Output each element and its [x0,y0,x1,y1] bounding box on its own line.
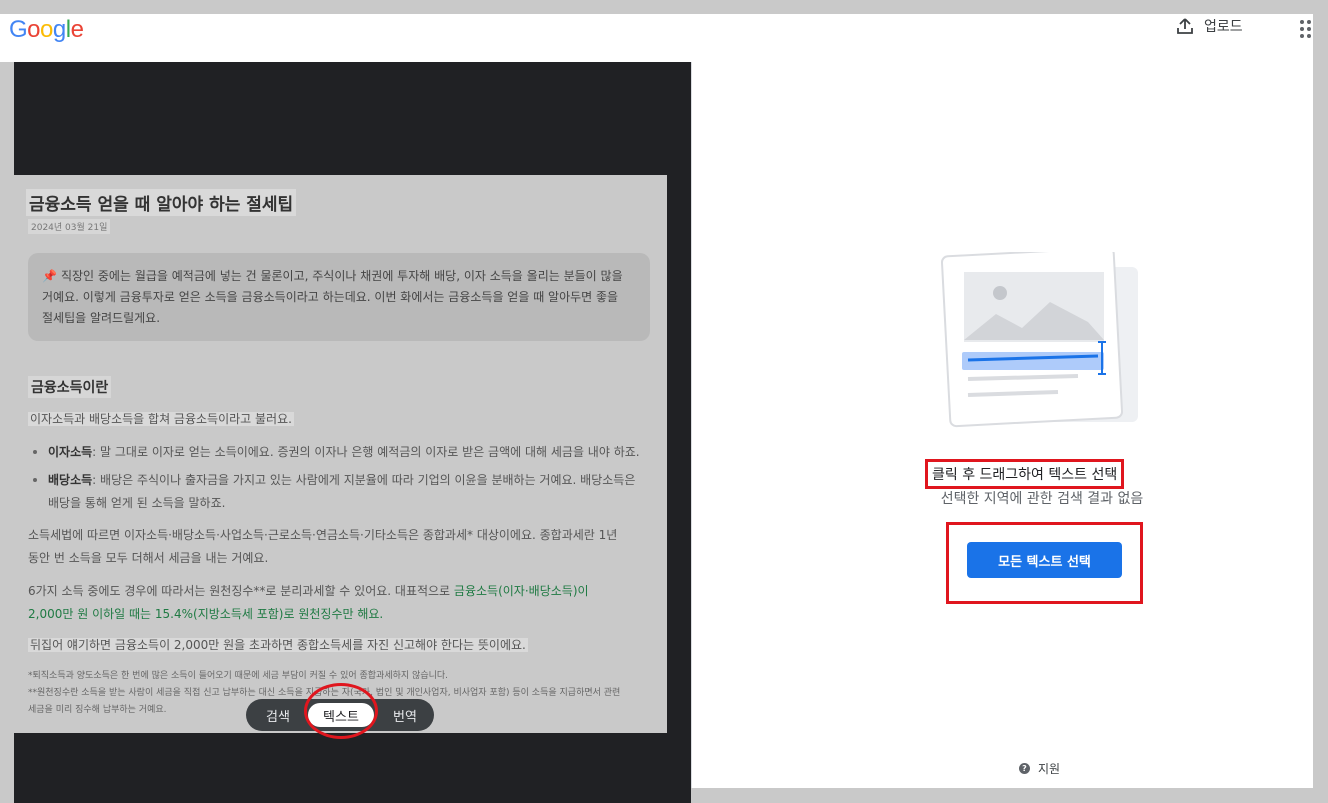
google-logo[interactable]: Google [9,16,84,44]
bottom-edge [691,788,1313,803]
logo-letter: o [27,16,41,43]
list-item: 이자소득: 말 그대로 이자로 얻는 소득이에요. 증권의 이자나 은행 예적금… [28,441,656,464]
instruction-text: 클릭 후 드래그하여 텍스트 선택 [925,459,1125,489]
bullet-term: 이자소득 [48,445,93,459]
image-viewer: 금융소득 얻을 때 알아야 하는 절세팁 2024년 03월 21일 📌 직장인 … [0,62,691,803]
section-heading: 금융소득이란 [28,376,112,398]
bullet-text: : 배당은 주식이나 출자금을 가지고 있는 사람에게 지분율에 따라 기업의 … [92,473,636,487]
text-tab[interactable]: 텍스트 [308,703,374,727]
help-label: 지원 [1038,762,1061,776]
paragraph: 소득세법에 따르면 이자소득·배당소득·사업소득·근로소득·연금소득·기타소득은… [28,524,617,570]
no-results-text: 선택한 지역에 관한 검색 결과 없음 [940,491,1144,507]
logo-letter: e [70,16,84,43]
page-scrollbar[interactable] [1313,14,1328,803]
intro-line: 절세팁을 알려드릴게요. [42,311,161,325]
upload-icon [1177,18,1193,34]
bullet-text: 배당을 통해 얻게 된 소득을 말하죠. [48,496,226,510]
logo-letter: o [40,16,53,43]
help-icon: ? [1019,763,1030,774]
paragraph-text: 이자소득과 배당소득을 합쳐 금융소득이라고 불러요. [28,412,294,426]
bullet-text: : 말 그대로 이자로 얻는 소득이에요. 증권의 이자나 은행 예적금의 이자… [92,445,640,459]
paragraph: 6가지 소득 중에도 경우에 따라서는 원천징수**로 분리과세할 수 있어요.… [28,580,589,626]
intro-text: 직장인 중에는 월급을 예적금에 넣는 건 물론이고, 주식이나 채권에 투자해… [60,269,623,283]
document-title: 금융소득 얻을 때 알아야 하는 절세팁 [26,189,297,216]
intro-box: 📌 직장인 중에는 월급을 예적금에 넣는 건 물론이고, 주식이나 채권에 투자… [28,253,650,341]
mode-switcher: 검색 텍스트 번역 [246,699,434,731]
paragraph: 뒤집어 얘기하면 금융소득이 2,000만 원을 초과하면 종합소득세를 자진 … [28,634,528,657]
highlight-text: 2,000만 원 이하일 때는 15.4%(지방소득세 포함)로 원천징수만 해… [28,607,384,621]
bullet-dot [33,450,37,454]
highlight-text: 금융소득(이자·배당소득)이 [453,584,589,598]
paragraph-line: 6가지 소득 중에도 경우에 따라서는 원천징수**로 분리과세할 수 있어요.… [28,580,589,603]
paragraph: 이자소득과 배당소득을 합쳐 금융소득이라고 불러요. [28,408,294,431]
footnote-line: *퇴직소득과 양도소득은 한 번에 많은 소득이 들어오기 때문에 세금 부담이… [28,671,449,681]
top-bar: Google 업로드 [0,0,1318,62]
paragraph-line: 동안 번 소득을 모두 더해서 세금을 내는 거예요. [28,551,269,565]
intro-line: 📌 직장인 중에는 월급을 예적금에 넣는 건 물론이고, 주식이나 채권에 투자… [42,266,636,287]
search-tab[interactable]: 검색 [252,703,304,727]
upload-label: 업로드 [1204,19,1243,35]
select-all-text-button[interactable]: 모든 텍스트 선택 [967,542,1122,578]
bullet-dot [33,478,37,482]
paragraph-text: 뒤집어 얘기하면 금융소득이 2,000만 원을 초과하면 종합소득세를 자진 … [28,638,528,652]
pin-icon: 📌 [42,269,57,283]
upload-button[interactable]: 업로드 [1176,16,1243,36]
paragraph-line: 소득세법에 따르면 이자소득·배당소득·사업소득·근로소득·연금소득·기타소득은… [28,528,618,542]
logo-letter: g [52,16,66,43]
document-date: 2024년 03월 21일 [28,219,111,234]
logo-letter: G [9,16,28,43]
image-text-illustration [940,252,1138,428]
results-panel: 클릭 후 드래그하여 텍스트 선택 선택한 지역에 관한 검색 결과 없음 모든… [691,62,1313,788]
bullet-term: 배당소득 [48,473,93,487]
paragraph-text: 6가지 소득 중에도 경우에 따라서는 원천징수**로 분리과세할 수 있어요.… [28,584,454,598]
intro-line: 거예요. 이렇게 금융투자로 얻은 소득을 금융소득이라고 하는데요. 이번 화… [42,290,619,304]
translate-tab[interactable]: 번역 [380,703,430,727]
help-link[interactable]: ? 지원 [1019,760,1060,777]
list-item: 배당소득: 배당은 주식이나 출자금을 가지고 있는 사람에게 지분율에 따라 … [28,469,656,515]
annotation-box: 모든 텍스트 선택 [946,522,1143,604]
document-image[interactable]: 금융소득 얻을 때 알아야 하는 절세팁 2024년 03월 21일 📌 직장인 … [14,175,667,733]
